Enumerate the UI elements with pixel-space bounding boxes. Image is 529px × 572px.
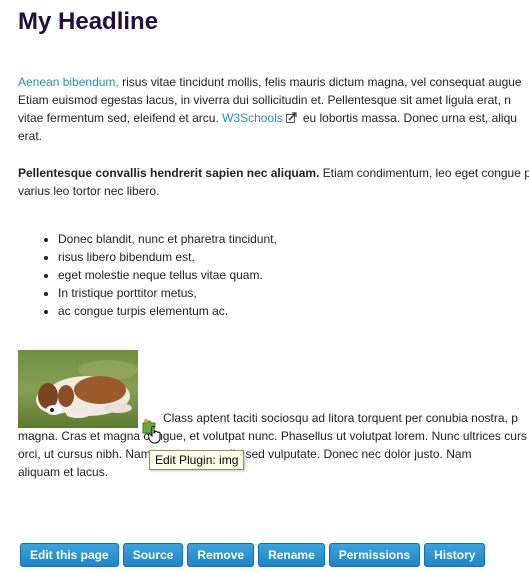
paragraph-2: Pellentesque convallis hendrerit sapien … [18, 164, 529, 200]
paragraph-1: Aenean bibendum, risus vitae tincidunt m… [18, 73, 522, 145]
page-headline: My Headline [18, 8, 159, 35]
page-toolbar: Edit this page Source Remove Rename Perm… [20, 543, 486, 567]
list-item: In tristique porttitor metus, [58, 284, 277, 302]
paragraph-1-line-2: Etiam euismod egestas lacus, in viverra … [18, 93, 511, 107]
external-link-icon[interactable] [285, 112, 297, 123]
remove-button[interactable]: Remove [187, 543, 255, 567]
paragraph-3-line-3: orci, ut cursus nibh. Nam consectetur od… [18, 447, 472, 461]
list-item: risus libero bibendum est, [58, 248, 277, 266]
paragraph-1-line-3b: eu lobortis massa. Donec urna est, aliqu [302, 111, 517, 125]
paragraph-3-line-4: aliquam et lacus. [18, 465, 109, 479]
aenean-bibendum-link[interactable]: Aenean bibendum, [18, 75, 119, 89]
source-button[interactable]: Source [122, 543, 184, 567]
list-item: Donec blandit, nunc et pharetra tincidun… [58, 230, 277, 248]
edit-plugin-tooltip: Edit Plugin: img [149, 450, 245, 470]
paragraph-2-text: Etiam condimentum, leo eget congue p [319, 166, 529, 180]
paragraph-1-text: risus vitae tincidunt mollis, felis maur… [118, 75, 522, 89]
edit-page-button[interactable]: Edit this page [20, 543, 119, 567]
paragraph-3-line-1: Class aptent taciti sociosqu ad litora t… [163, 411, 518, 425]
paragraph-3-line-2: magna. Cras et magna congue, et volutpat… [18, 429, 527, 443]
rename-button[interactable]: Rename [258, 543, 325, 567]
paragraph-1-line-3a: vitae fermentum sed, eleifend et arcu. [18, 111, 223, 125]
hand-cursor-icon [148, 426, 161, 444]
paragraph-1-line-4: erat. [18, 129, 43, 143]
paragraph-2-line-2: varius leo tortor nec libero. [18, 184, 160, 198]
list-item: ac congue turpis elementum ac. [58, 302, 277, 320]
history-button[interactable]: History [424, 543, 486, 567]
permissions-button[interactable]: Permissions [328, 543, 421, 567]
paragraph-2-bold: Pellentesque convallis hendrerit sapien … [18, 166, 320, 180]
bullet-list: Donec blandit, nunc et pharetra tincidun… [18, 230, 277, 320]
dog-image[interactable] [18, 350, 138, 428]
w3schools-link[interactable]: W3Schools [222, 111, 283, 125]
list-item: eget molestie neque tellus vitae quam. [58, 266, 277, 284]
